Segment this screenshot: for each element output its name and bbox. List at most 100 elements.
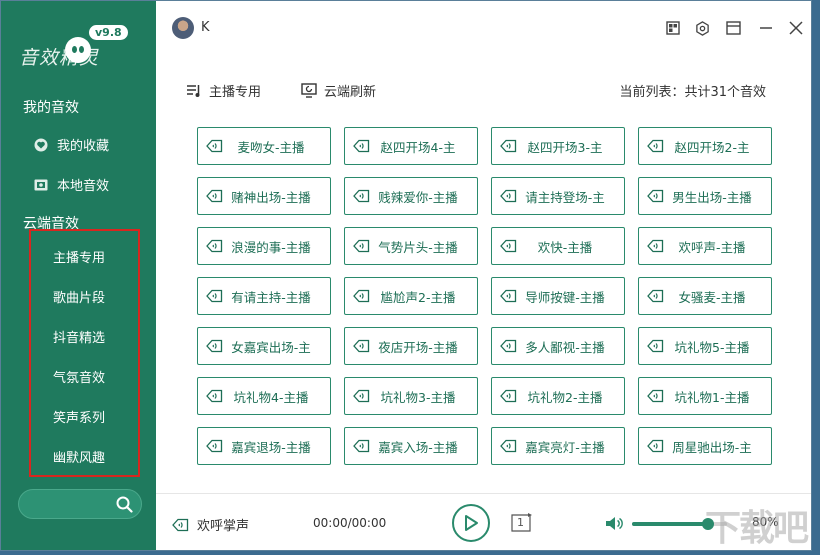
sound-label: 多人鄙视-主播	[525, 339, 605, 355]
sidebar-item-anchor[interactable]: 主播专用	[53, 247, 105, 266]
sound-button[interactable]: 请主持登场-主	[491, 177, 625, 215]
sound-button[interactable]: 尴尬声2-主播	[344, 277, 478, 315]
title-bar: K	[156, 1, 811, 57]
settings-icon[interactable]	[693, 19, 711, 37]
sound-label: 贱辣爱你-主播	[378, 189, 458, 205]
sound-tag-icon	[647, 289, 664, 306]
sound-tag-icon	[500, 389, 517, 406]
sound-button[interactable]: 有请主持-主播	[197, 277, 331, 315]
category-button[interactable]: 主播专用	[186, 81, 261, 100]
sound-label: 浪漫的事-主播	[231, 239, 311, 255]
sound-button[interactable]: 夜店开场-主播	[344, 327, 478, 365]
sound-button[interactable]: 欢快-主播	[491, 227, 625, 265]
sound-button[interactable]: 女骚麦-主播	[638, 277, 772, 315]
sound-button[interactable]: 嘉宾退场-主播	[197, 427, 331, 465]
sound-tag-icon	[500, 239, 517, 256]
cloud-category-highlight	[29, 229, 140, 477]
play-icon	[465, 515, 478, 531]
app-logo: 音效精灵 v9.8	[19, 25, 139, 69]
play-button[interactable]	[452, 504, 490, 542]
sound-tag-icon	[353, 439, 370, 456]
sound-button[interactable]: 女嘉宾出场-主	[197, 327, 331, 365]
sound-tag-icon	[353, 189, 370, 206]
sound-button[interactable]: 气势片头-主播	[344, 227, 478, 265]
sound-button[interactable]: 赌神出场-主播	[197, 177, 331, 215]
sound-tag-icon	[172, 518, 189, 532]
sound-button[interactable]: 导师按键-主播	[491, 277, 625, 315]
sound-button[interactable]: 坑礼物5-主播	[638, 327, 772, 365]
sound-tag-icon	[500, 289, 517, 306]
minimize-icon[interactable]	[757, 19, 775, 37]
search-input[interactable]	[29, 495, 117, 513]
now-playing: 欢呼掌声	[172, 515, 249, 534]
sound-button[interactable]: 赵四开场4-主	[344, 127, 478, 165]
sound-tag-icon	[647, 339, 664, 356]
sound-button[interactable]: 赵四开场3-主	[491, 127, 625, 165]
sidebar-item-favorites[interactable]: 我的收藏	[33, 135, 109, 154]
avatar[interactable]	[172, 17, 194, 39]
sound-tag-icon	[500, 439, 517, 456]
sound-tag-icon	[206, 439, 223, 456]
sound-label: 坑礼物5-主播	[674, 339, 750, 355]
close-icon[interactable]	[787, 19, 805, 37]
sound-button[interactable]: 嘉宾亮灯-主播	[491, 427, 625, 465]
sound-label: 嘉宾入场-主播	[378, 439, 458, 455]
sidebar-item-local[interactable]: 本地音效	[33, 175, 109, 194]
sidebar-item-atmosphere[interactable]: 气氛音效	[53, 367, 105, 386]
username: K	[201, 20, 210, 35]
sound-tag-icon	[647, 389, 664, 406]
sidebar-item-song-clips[interactable]: 歌曲片段	[53, 287, 105, 306]
cloud-refresh-button[interactable]: 云端刷新	[301, 81, 376, 100]
sound-tag-icon	[206, 139, 223, 156]
sound-button[interactable]: 男生出场-主播	[638, 177, 772, 215]
my-sounds-title: 我的音效	[23, 100, 79, 116]
loop-button[interactable]: 1	[508, 513, 534, 535]
sound-label: 女嘉宾出场-主	[231, 339, 311, 355]
sound-button[interactable]: 坑礼物4-主播	[197, 377, 331, 415]
sound-tag-icon	[353, 339, 370, 356]
sound-grid: 麦吻女-主播 赵四开场4-主 赵四开场3-主 赵四开场2-主赌神出场-主播 贱辣爱你-主…	[197, 127, 772, 465]
sound-label: 嘉宾退场-主播	[231, 439, 311, 455]
sound-button[interactable]: 坑礼物2-主播	[491, 377, 625, 415]
sound-button[interactable]: 麦吻女-主播	[197, 127, 331, 165]
sound-label: 坑礼物4-主播	[233, 389, 309, 405]
sound-label: 赵四开场3-主	[527, 139, 603, 155]
sidebar-item-laughter[interactable]: 笑声系列	[53, 407, 105, 426]
sound-label: 赵四开场4-主	[380, 139, 456, 155]
sound-label: 女骚麦-主播	[678, 289, 746, 305]
sound-tag-icon	[500, 139, 517, 156]
sound-label: 麦吻女-主播	[237, 139, 305, 155]
sound-button[interactable]: 欢呼声-主播	[638, 227, 772, 265]
volume-icon[interactable]	[605, 516, 623, 535]
sound-label: 周星驰出场-主	[672, 439, 752, 455]
sidebar-item-label: 我的收藏	[57, 139, 110, 154]
sidebar-item-douyin[interactable]: 抖音精选	[53, 327, 105, 346]
sound-tag-icon	[647, 189, 664, 206]
local-folder-icon	[33, 177, 49, 193]
grid-view-icon[interactable]	[664, 19, 682, 37]
logo-mascot-icon	[65, 37, 91, 63]
mini-mode-icon[interactable]	[724, 19, 742, 37]
sound-button[interactable]: 嘉宾入场-主播	[344, 427, 478, 465]
sidebar-item-humor[interactable]: 幽默风趣	[53, 447, 105, 466]
sound-label: 坑礼物3-主播	[380, 389, 456, 405]
sound-button[interactable]: 浪漫的事-主播	[197, 227, 331, 265]
watermark: 下载吧	[705, 508, 809, 549]
sound-button[interactable]: 坑礼物3-主播	[344, 377, 478, 415]
sound-tag-icon	[647, 439, 664, 456]
sound-tag-icon	[206, 189, 223, 206]
search-box	[18, 489, 142, 519]
sound-button[interactable]: 多人鄙视-主播	[491, 327, 625, 365]
search-icon[interactable]	[116, 496, 133, 517]
loop-count: 1	[517, 516, 524, 529]
sound-button[interactable]: 赵四开场2-主	[638, 127, 772, 165]
sound-button[interactable]: 周星驰出场-主	[638, 427, 772, 465]
sound-button[interactable]: 贱辣爱你-主播	[344, 177, 478, 215]
sound-label: 坑礼物1-主播	[674, 389, 750, 405]
now-playing-title: 欢呼掌声	[197, 519, 250, 534]
category-label: 主播专用	[209, 85, 262, 100]
sound-label: 导师按键-主播	[525, 289, 605, 305]
list-toolbar: 主播专用 云端刷新 当前列表：共计31个音效	[156, 73, 811, 107]
sound-button[interactable]: 坑礼物1-主播	[638, 377, 772, 415]
sound-label: 男生出场-主播	[672, 189, 752, 205]
